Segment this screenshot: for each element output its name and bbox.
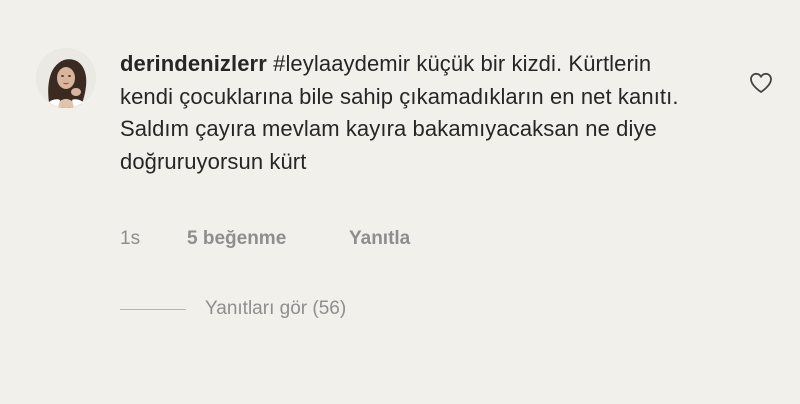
comment-time: 1s	[120, 228, 141, 249]
comment-body: derindenizlerr #leylaaydemir küçük bir k…	[120, 48, 680, 178]
comment-item: derindenizlerr #leylaaydemir küçük bir k…	[0, 0, 800, 404]
comment-likes-count[interactable]: 5 beğenme	[187, 228, 286, 250]
view-replies[interactable]: Yanıtları gör (56)	[120, 298, 420, 322]
replies-divider	[120, 309, 186, 310]
avatar-photo	[36, 48, 96, 108]
heart-outline-icon	[750, 72, 772, 93]
comment-username[interactable]: derindenizlerr	[120, 51, 267, 76]
avatar[interactable]	[36, 48, 96, 108]
view-replies-label[interactable]: Yanıtları gör (56)	[205, 298, 346, 320]
reply-button[interactable]: Yanıtla	[349, 228, 410, 250]
like-button[interactable]	[749, 72, 773, 94]
